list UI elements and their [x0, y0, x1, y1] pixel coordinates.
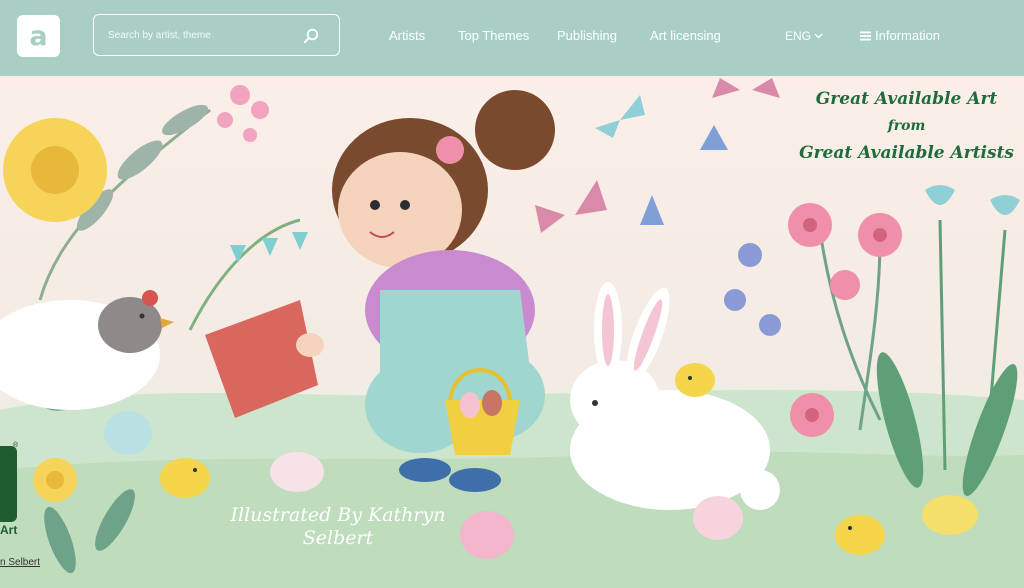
- information-menu[interactable]: Information: [860, 28, 940, 43]
- illustrator-credit: Illustrated By Kathryn Selbert: [230, 504, 446, 549]
- nav-top-themes[interactable]: Top Themes: [458, 28, 529, 43]
- side-art-label: Art: [0, 523, 18, 537]
- side-badge[interactable]: [0, 446, 17, 522]
- menu-icon: [860, 31, 871, 40]
- hero-banner: Great Available Art from Great Available…: [0, 76, 1024, 588]
- search-icon[interactable]: [303, 28, 319, 44]
- yellow-flower: [3, 118, 107, 222]
- logo-letter: a: [29, 20, 48, 52]
- tagline: Great Available Art from Great Available…: [799, 86, 1014, 167]
- information-label: Information: [875, 28, 941, 43]
- nav-publishing[interactable]: Publishing: [557, 28, 617, 43]
- language-selector[interactable]: ENG: [785, 29, 823, 43]
- nav-art-licensing[interactable]: Art licensing: [650, 28, 721, 43]
- top-navigation-bar: a Artists Top Themes Publishing Art lice…: [0, 0, 1024, 76]
- search-box: [93, 14, 340, 56]
- artist-credit-link[interactable]: n Selbert: [0, 557, 40, 568]
- chevron-down-icon: [814, 33, 823, 39]
- small-yellow-flower: [33, 458, 77, 502]
- tagline-line-3: Great Available Artists: [799, 143, 1014, 163]
- search-input[interactable]: [108, 25, 288, 45]
- language-label: ENG: [785, 29, 812, 43]
- site-logo[interactable]: a: [17, 15, 60, 57]
- nav-artists[interactable]: Artists: [389, 28, 425, 43]
- tagline-line-1: Great Available Art: [815, 89, 998, 109]
- tagline-line-2: from: [887, 118, 926, 134]
- registered-mark: ®: [13, 442, 19, 449]
